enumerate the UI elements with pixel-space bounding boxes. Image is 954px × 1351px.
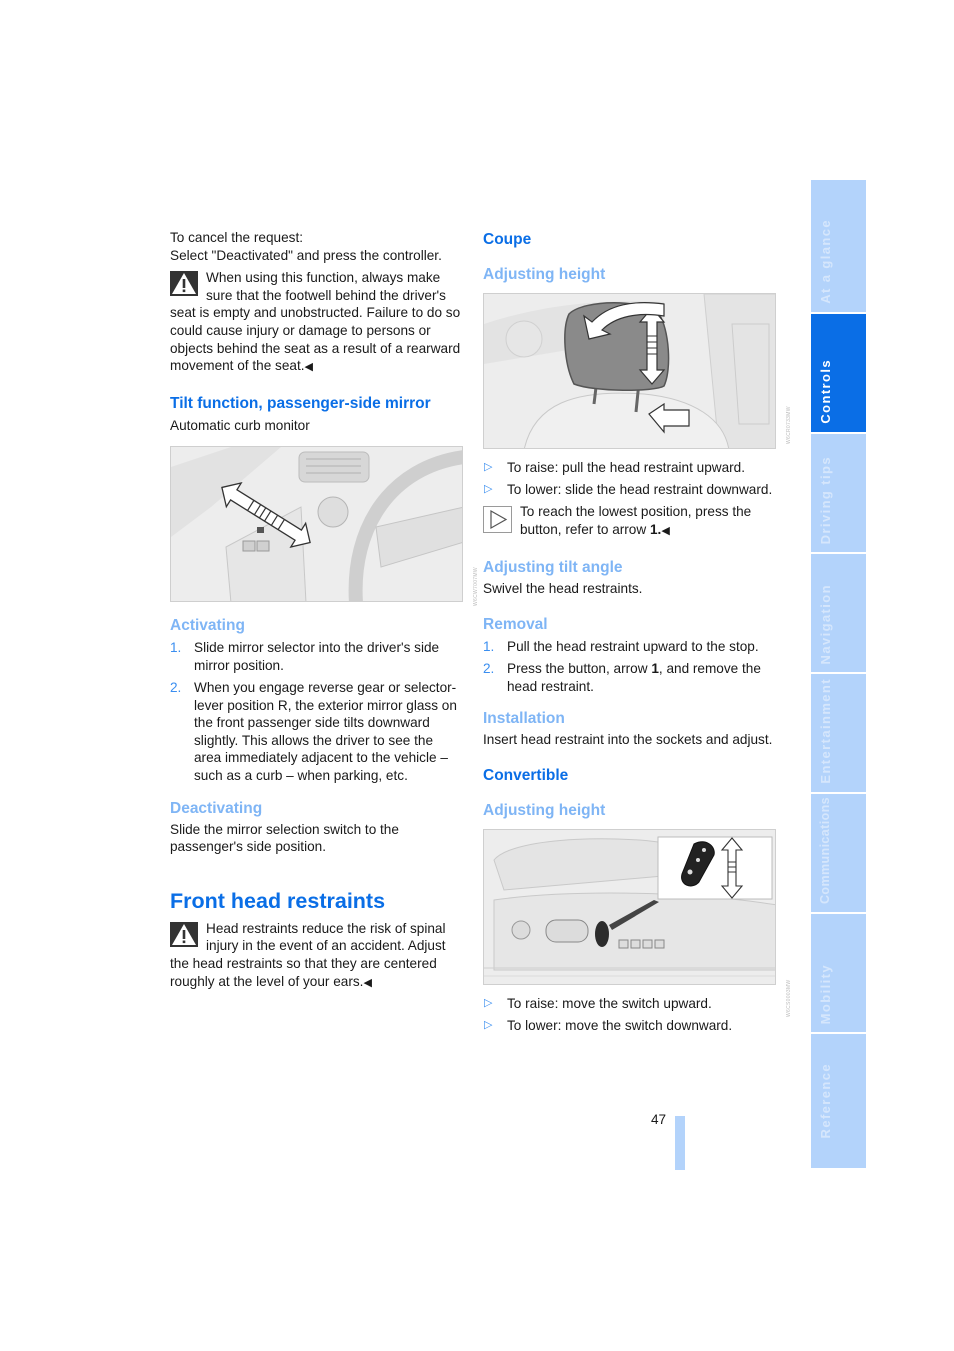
list-item: ▷ To raise: move the switch upward. [483,995,776,1013]
bullet-triangle-icon: ▷ [484,1018,493,1031]
step-text: Pull the head restraint upward to the st… [507,638,759,654]
coupe-adjusting-height-heading: Adjusting height [483,266,606,283]
step-text: Slide mirror selector into the driver's … [194,640,440,673]
tab-label: Controls [818,359,833,424]
bullet-text: To lower: move the switch downward. [507,1017,733,1033]
tilt-function-heading: Tilt function, passenger-side mirror [170,394,431,412]
seat-switch-figure-code: W6CS0003MW [786,979,792,1017]
list-item: 2. Press the button, arrow 1, and remove … [483,660,776,695]
bullet-triangle-icon: ▷ [484,461,493,473]
seat-switch-figure [483,828,776,985]
installation-text: Insert head restraint into the sockets a… [483,732,773,748]
coupe-height-bullets: ▷ To raise: pull the head restraint upwar… [483,459,776,499]
headrest-figure-code: W6CR0733MW [786,406,792,444]
cancel-instruction: Select "Deactivated" and press the contr… [170,247,442,263]
deactivating-text: Slide the mirror selection switch to the… [170,821,399,855]
tab-driving-tips[interactable]: Driving tips [811,434,866,552]
left-column: To cancel the request: Select "Deactivat… [170,229,479,992]
convertible-adjusting-height-heading: Adjusting height [483,801,606,819]
tab-mobility[interactable]: Mobility [811,914,866,1032]
tab-at-a-glance[interactable]: At a glance [811,180,866,312]
end-marker-icon: ◀ [363,976,372,989]
installation-heading: Installation [483,710,565,728]
bullet-triangle-icon: ▷ [484,996,493,1009]
tilt-angle-text: Swivel the head restraints. [483,581,643,597]
arrow-ref: 1 [651,661,659,677]
warning-icon [170,921,198,947]
warning-icon [170,271,198,297]
bullet-text: To lower: slide the head restraint downw… [507,482,773,498]
tab-controls[interactable]: Controls [811,314,866,432]
mirror-selector-illustration [171,447,462,602]
list-item: ▷ To raise: pull the head restraint upwar… [483,459,776,477]
activating-heading: Activating [170,617,245,635]
list-item: ▷ To lower: slide the head restraint down… [483,481,776,499]
lowest-position-note: To reach the lowest position, press the … [483,503,776,540]
step-number: 1. [483,638,495,654]
note-icon [483,506,512,534]
tab-label: Navigation [818,583,833,664]
bullet-text: To raise: pull the head restraint upward… [507,460,746,475]
removal-heading: Removal [483,615,548,633]
seat-warning: When using this function, always make su… [170,269,463,377]
end-marker-icon: ◀ [661,524,670,537]
right-column: Coupe Adjusting height W6CR0733MW ▷ To ra… [483,229,792,1039]
head-restraint-figure [483,293,776,449]
step-number: 2. [170,680,182,696]
convertible-height-bullets: ▷ To raise: move the switch upward. ▷ To l… [483,995,776,1035]
front-head-restraints-heading: Front head restraints [170,888,386,913]
tab-label: Reference [818,1062,833,1138]
bullet-triangle-icon: ▷ [484,483,493,496]
removal-steps: 1. Pull the head restraint upward to the … [483,638,776,695]
deactivating-heading: Deactivating [170,799,263,817]
head-restraint-illustration [484,294,775,448]
page-marker-bar [675,1116,685,1170]
head-restraint-warning: Head restraints reduce the risk of spina… [170,920,463,992]
bullet-text: To raise: move the switch upward. [507,995,712,1011]
cancel-intro: To cancel the request: [170,230,303,245]
tab-label: Communications [818,797,832,904]
step-text: Press the button, arrow [507,661,652,677]
step-number: 1. [170,640,182,656]
seat-switch-illustration [484,829,775,984]
list-item: 1. Pull the head restraint upward to the … [483,638,776,656]
tilt-angle-heading: Adjusting tilt angle [483,559,623,577]
head-warning-text: Head restraints reduce the risk of spina… [170,920,446,989]
tab-navigation[interactable]: Navigation [811,554,866,672]
note-text: To reach the lowest position, press the … [520,504,752,537]
step-text: When you engage reverse gear or selector… [194,680,457,783]
list-item: ▷ To lower: move the switch downward. [483,1017,776,1035]
tab-label: Mobility [818,963,833,1024]
chapter-tabs: At a glance Controls Driving tips Naviga… [811,180,866,1168]
tab-label: At a glance [818,219,833,304]
tab-reference[interactable]: Reference [811,1034,866,1168]
note-arrow-ref: 1. [649,521,662,537]
list-item: 2. When you engage reverse gear or select… [170,679,463,785]
tab-communications[interactable]: Communications [811,794,866,912]
step-number: 2. [483,661,495,677]
activating-steps: 1. Slide mirror selector into the driver'… [170,639,463,784]
page-number: 47 [651,1112,667,1127]
seat-warning-text: When using this function, always make su… [170,270,461,374]
tab-label: Entertainment [818,678,833,784]
list-item: 1. Slide mirror selector into the driver'… [170,639,463,674]
end-marker-icon: ◀ [304,361,313,374]
tab-label: Driving tips [818,455,833,544]
mirror-selector-figure [170,446,463,603]
tilt-function-subtitle: Automatic curb monitor [170,417,310,433]
convertible-heading: Convertible [483,766,569,784]
coupe-heading: Coupe [483,231,532,248]
tab-entertainment[interactable]: Entertainment [811,674,866,792]
